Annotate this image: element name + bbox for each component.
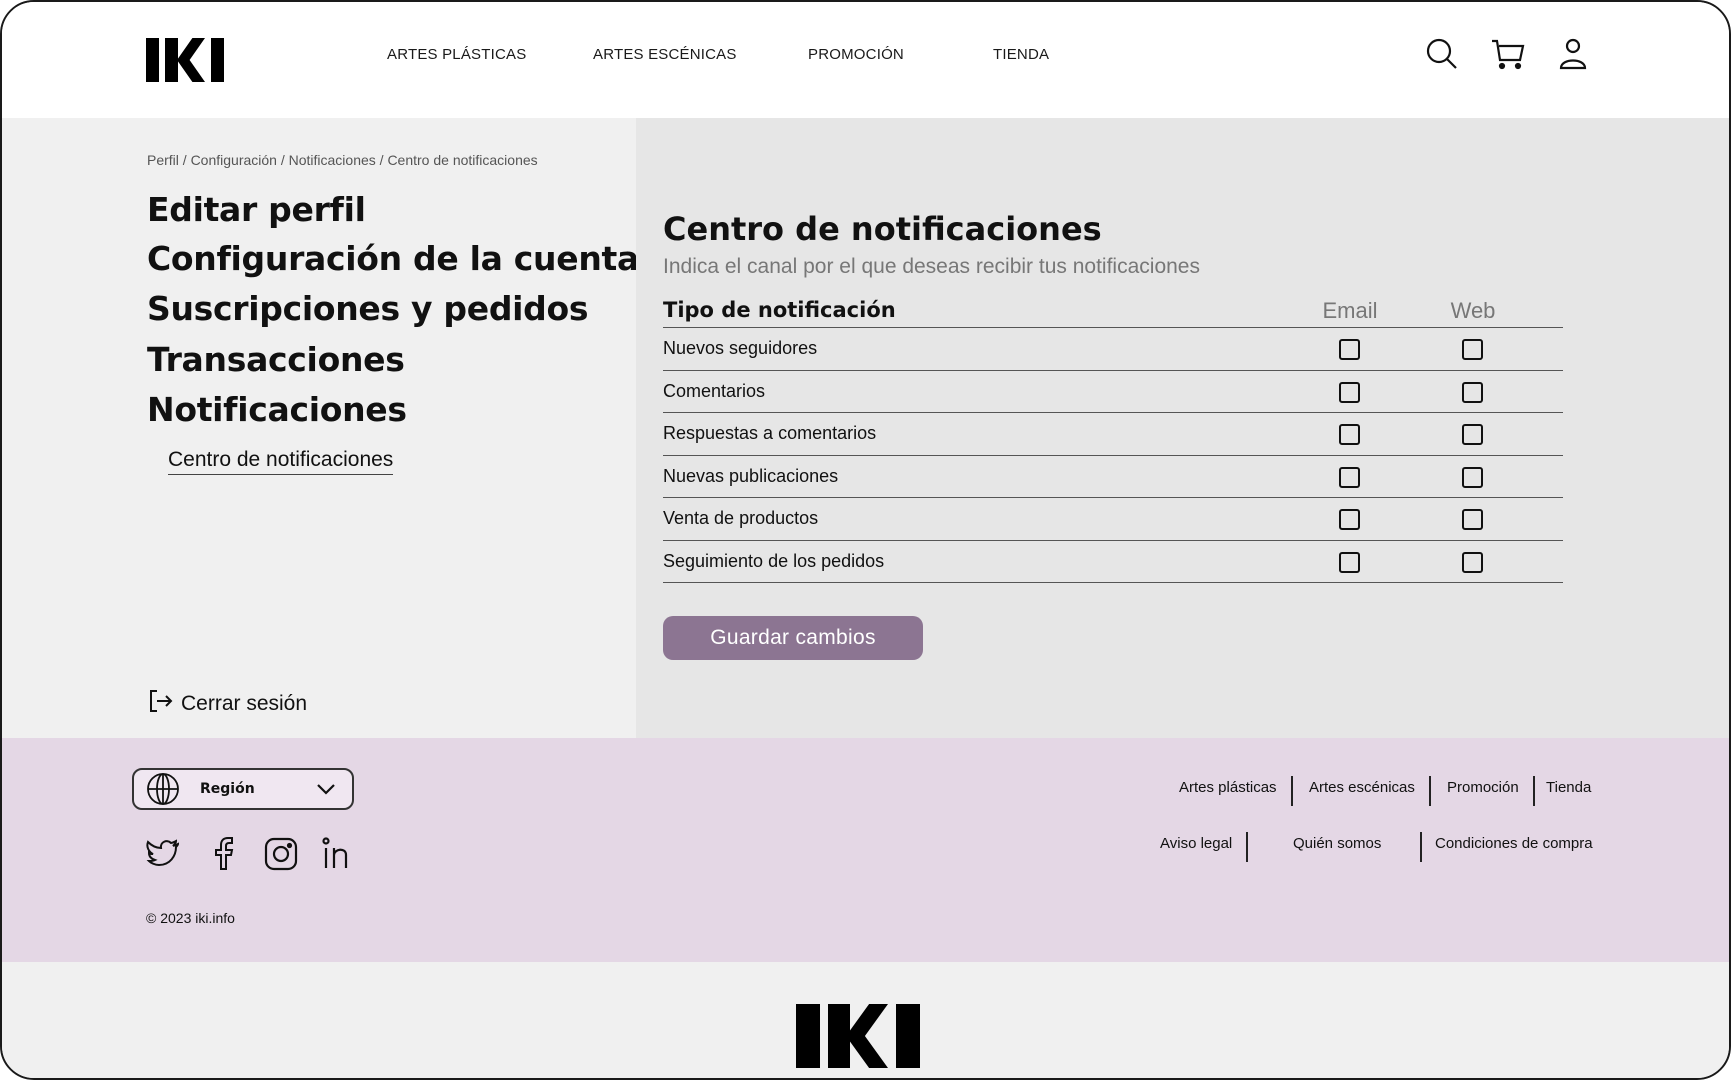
header-email: Email	[1322, 298, 1378, 323]
iki-logo[interactable]	[146, 38, 270, 82]
sidebar-item-suscripciones[interactable]: Suscripciones y pedidos	[147, 289, 589, 328]
sidebar-item-configuracion[interactable]: Configuración de la cuenta	[147, 239, 639, 278]
web-checkbox[interactable]	[1462, 381, 1483, 403]
logout-label: Cerrar sesión	[181, 692, 308, 715]
logout-button[interactable]: Cerrar sesión	[147, 688, 307, 720]
table-header: Tipo de notificación Email Web	[663, 294, 1563, 328]
footer-link-promocion[interactable]: Promoción	[1447, 779, 1519, 796]
notification-type-label: Seguimiento de los pedidos	[663, 550, 885, 571]
nav-promocion[interactable]: PROMOCIÓN	[808, 46, 904, 63]
table-row: Nuevos seguidores	[663, 328, 1563, 371]
footer-divider	[1291, 776, 1293, 806]
chevron-down-icon	[314, 777, 338, 801]
web-checkbox[interactable]	[1462, 339, 1483, 360]
email-checkbox[interactable]	[1339, 381, 1360, 403]
footer-link-tienda[interactable]: Tienda	[1546, 779, 1591, 796]
notification-type-label: Nuevas publicaciones	[663, 465, 839, 486]
header-web: Web	[1450, 298, 1496, 323]
nav-artes-plasticas[interactable]: ARTES PLÁSTICAS	[387, 46, 526, 63]
footer-divider	[1420, 832, 1422, 862]
header-tipo: Tipo de notificación	[663, 298, 896, 322]
table-row: Seguimiento de los pedidos	[663, 541, 1563, 583]
web-checkbox[interactable]	[1462, 509, 1483, 530]
linkedin-icon[interactable]	[320, 836, 356, 872]
footer-divider	[1246, 832, 1248, 862]
notification-type-label: Venta de productos	[663, 508, 819, 528]
region-select[interactable]: Región	[132, 768, 354, 810]
instagram-icon[interactable]	[263, 836, 299, 872]
footer-link-aviso-legal[interactable]: Aviso legal	[1160, 835, 1232, 852]
profile-sidebar: Perfil / Configuración / Notificaciones …	[2, 118, 639, 738]
table-row: Respuestas a comentarios	[663, 413, 1563, 456]
footer-link-quien-somos[interactable]: Quién somos	[1293, 835, 1381, 852]
email-checkbox[interactable]	[1339, 466, 1360, 488]
site-footer: Región © 2023 iki.info Artes plásticas A…	[2, 738, 1729, 962]
email-checkbox[interactable]	[1339, 424, 1360, 445]
top-header: ARTES PLÁSTICAS ARTES ESCÉNICAS PROMOCIÓ…	[2, 2, 1729, 118]
iki-logo-large	[796, 1004, 948, 1068]
sidebar-item-transacciones[interactable]: Transacciones	[147, 340, 405, 379]
page-subtitle: Indica el canal por el que deseas recibi…	[663, 255, 1200, 278]
footer-link-condiciones[interactable]: Condiciones de compra	[1435, 835, 1593, 852]
nav-artes-escenicas[interactable]: ARTES ESCÉNICAS	[593, 46, 737, 63]
email-checkbox[interactable]	[1339, 551, 1360, 573]
sidebar-item-notificaciones[interactable]: Notificaciones	[147, 390, 407, 429]
app-frame: ARTES PLÁSTICAS ARTES ESCÉNICAS PROMOCIÓ…	[0, 0, 1731, 1080]
web-checkbox[interactable]	[1462, 424, 1483, 445]
notifications-table: Tipo de notificación Email Web Nuevos se…	[663, 294, 1563, 583]
notification-type-label: Comentarios	[663, 380, 766, 401]
bottom-logo-area	[2, 962, 1729, 1078]
footer-link-artes-escenicas[interactable]: Artes escénicas	[1309, 779, 1415, 796]
table-row: Nuevas publicaciones	[663, 456, 1563, 498]
breadcrumb[interactable]: Perfil / Configuración / Notificaciones …	[147, 152, 538, 168]
table-row: Venta de productos	[663, 498, 1563, 541]
web-checkbox[interactable]	[1462, 466, 1483, 488]
save-button[interactable]: Guardar cambios	[663, 616, 923, 660]
twitter-icon[interactable]	[145, 836, 181, 872]
footer-link-artes-plasticas[interactable]: Artes plásticas	[1179, 779, 1277, 796]
notification-type-label: Respuestas a comentarios	[663, 423, 877, 443]
facebook-icon[interactable]	[206, 836, 242, 872]
email-checkbox[interactable]	[1339, 509, 1360, 530]
search-icon[interactable]	[1424, 36, 1460, 72]
logout-icon	[147, 688, 173, 720]
region-label: Región	[200, 781, 255, 797]
sidebar-item-editar-perfil[interactable]: Editar perfil	[147, 190, 366, 229]
footer-divider	[1429, 776, 1431, 806]
footer-divider	[1533, 776, 1535, 806]
table-row: Comentarios	[663, 371, 1563, 413]
notification-type-label: Nuevos seguidores	[663, 338, 818, 358]
notifications-panel: Centro de notificaciones Indica el canal…	[636, 118, 1729, 738]
nav-tienda[interactable]: TIENDA	[993, 46, 1049, 63]
cart-icon[interactable]	[1490, 36, 1526, 72]
web-checkbox[interactable]	[1462, 551, 1483, 573]
user-icon[interactable]	[1555, 36, 1591, 72]
globe-icon	[146, 772, 180, 806]
sidebar-subitem-centro[interactable]: Centro de notificaciones	[168, 448, 394, 475]
copyright: © 2023 iki.info	[146, 910, 235, 926]
email-checkbox[interactable]	[1339, 339, 1360, 360]
page-title: Centro de notificaciones	[663, 210, 1102, 248]
